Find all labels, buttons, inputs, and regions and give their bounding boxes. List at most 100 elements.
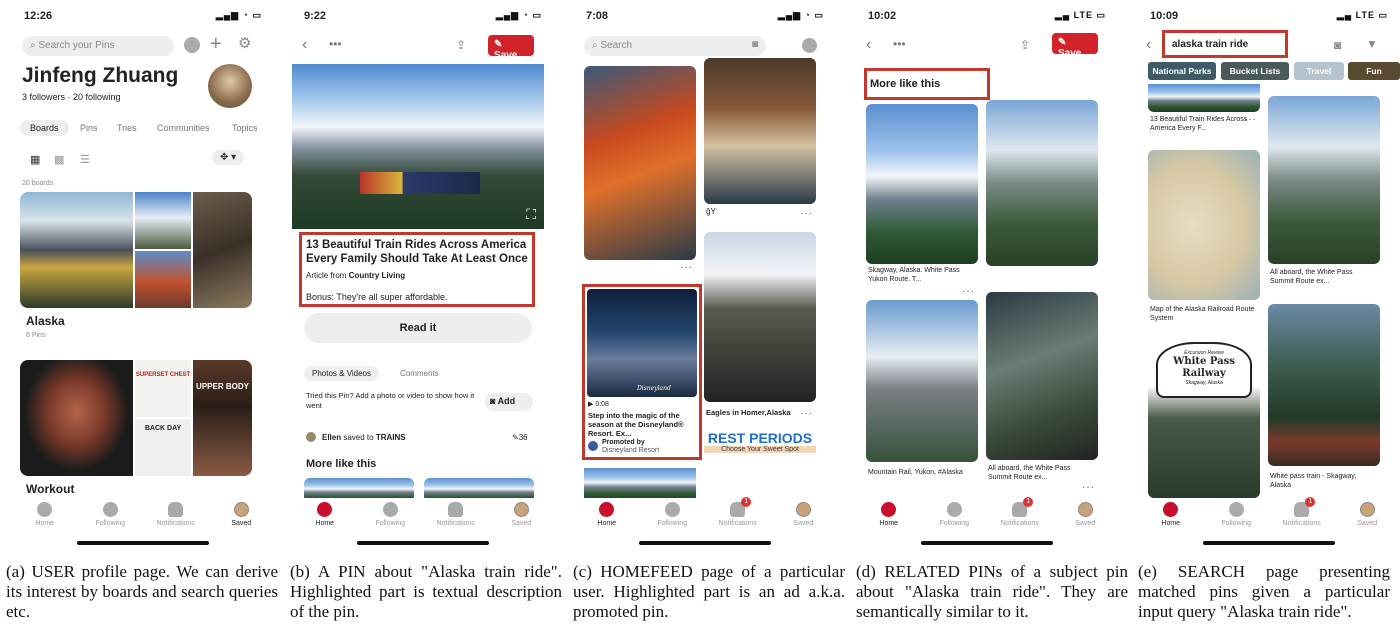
read-it-label: Read it xyxy=(399,322,437,334)
pin-icon: ✎ xyxy=(494,39,503,50)
tab-communities[interactable]: Communities xyxy=(157,123,210,133)
search-result-caption: Map of the Alaska Railroad Route System xyxy=(1150,306,1255,322)
search-result-caption: White pass train - Skagway, Alaska xyxy=(1270,473,1357,489)
plus-icon[interactable]: + xyxy=(210,33,222,56)
bell-icon xyxy=(448,502,464,517)
read-it-button[interactable]: Read it xyxy=(304,313,532,343)
tab-boards[interactable]: Boards xyxy=(20,120,69,136)
caption-e: (e) SEARCH page presenting matched pins … xyxy=(1138,562,1390,621)
saver-avatar[interactable] xyxy=(306,432,316,442)
signal-icon: ▂▄ LTE ▭ xyxy=(1336,10,1388,20)
more-icon[interactable]: ··· xyxy=(1244,114,1257,125)
share-icon[interactable]: ⇪ xyxy=(456,38,466,52)
search-result-image[interactable] xyxy=(1268,304,1380,466)
search-result-image[interactable] xyxy=(1148,150,1260,300)
tabbar-saved[interactable]: Saved xyxy=(774,498,832,550)
message-icon[interactable] xyxy=(802,38,817,53)
tab-comments[interactable]: Comments xyxy=(400,369,439,378)
status-time: 12:26 xyxy=(24,10,53,22)
add-photo-button[interactable]: ◙ Add xyxy=(485,393,533,411)
ad-duration: ▶ 0:08 xyxy=(588,400,609,408)
back-icon[interactable]: ‹ xyxy=(1146,36,1151,54)
train-graphic xyxy=(360,172,480,194)
message-icon[interactable] xyxy=(184,37,200,53)
search-result-image[interactable]: Excursion Review White Pass Railway Skag… xyxy=(1148,338,1260,498)
network-type: LTE xyxy=(1073,10,1093,20)
tab-topics[interactable]: Topics xyxy=(232,123,258,133)
follow-counts[interactable]: 3 followers · 20 following xyxy=(22,92,121,102)
board-alaska[interactable] xyxy=(20,192,252,308)
search-input[interactable]: alaska train ride xyxy=(1172,39,1248,50)
search-input[interactable]: ⌕ Search your Pins xyxy=(22,36,174,56)
share-icon[interactable]: ⇪ xyxy=(1020,38,1030,52)
advertiser-name[interactable]: Disneyland Resort xyxy=(602,447,659,454)
tabbar-saved[interactable]: Saved xyxy=(1338,498,1396,550)
tabbar-home[interactable]: Home xyxy=(1142,498,1200,550)
more-icon[interactable]: ··· xyxy=(800,408,813,419)
profile-screen: 12:26 ▂▄▆ ◔ ▭ ⌕ Search your Pins + ⚙ Jinf… xyxy=(12,0,274,550)
related-pin-image[interactable] xyxy=(986,292,1098,460)
chip-fun[interactable]: Fun xyxy=(1348,62,1400,80)
filter-icon[interactable]: ▼ xyxy=(1366,37,1378,51)
pin-image[interactable]: ⛶ xyxy=(292,64,544,229)
bell-icon xyxy=(168,502,184,517)
tab-tries[interactable]: Tries xyxy=(117,123,137,133)
feed-pin-image[interactable] xyxy=(584,66,696,260)
tabbar-label: Following xyxy=(1221,520,1252,527)
tabbar-home[interactable]: Home xyxy=(860,498,918,550)
feed-pin-image[interactable] xyxy=(584,468,696,500)
feed-pin-image[interactable] xyxy=(704,232,816,402)
saved-by[interactable]: Ellen saved to TRAINS xyxy=(322,433,406,442)
status-bar: 12:26 ▂▄▆ ◔ ▭ xyxy=(24,10,262,24)
more-icon[interactable]: ••• xyxy=(893,37,906,51)
tabbar-label: Saved xyxy=(1357,520,1378,527)
gear-icon[interactable]: ⚙ xyxy=(238,34,251,52)
save-button[interactable]: ✎ Save xyxy=(488,35,534,61)
people-icon xyxy=(1228,502,1244,517)
related-screen: 10:02 ▂▄ LTE ▭ ‹ ••• ⇪ ✎ Save More like t… xyxy=(856,0,1118,550)
tabbar-saved[interactable]: Saved xyxy=(492,498,550,550)
expand-icon[interactable]: ⛶ xyxy=(526,206,536,223)
more-icon[interactable]: ··· xyxy=(680,262,693,273)
board-workout[interactable]: SUPERSET CHEST BACK DAY UPPER BODY xyxy=(20,360,252,476)
save-button[interactable]: ✎ Save xyxy=(1052,33,1098,59)
tabbar-saved[interactable]: Saved xyxy=(212,498,270,550)
more-icon[interactable]: ··· xyxy=(1082,482,1095,493)
tabbar-home[interactable]: Home xyxy=(16,498,74,550)
list-view-icon[interactable]: ☰ xyxy=(80,153,90,166)
chip-national-parks[interactable]: National Parks xyxy=(1148,62,1216,80)
back-icon[interactable]: ‹ xyxy=(866,36,871,54)
upper-body-text: UPPER BODY xyxy=(196,382,249,391)
more-icon[interactable]: ••• xyxy=(329,37,342,51)
camera-icon[interactable]: ◙ xyxy=(752,39,758,50)
search-result-image[interactable] xyxy=(1268,96,1380,264)
tabbar-home[interactable]: Home xyxy=(296,498,354,550)
advertiser-avatar[interactable] xyxy=(588,441,598,451)
avatar[interactable] xyxy=(208,64,252,108)
more-icon[interactable]: ··· xyxy=(800,208,813,219)
article-source[interactable]: Article from Country Living xyxy=(306,271,405,280)
sort-button[interactable]: ✥ ▾ xyxy=(212,150,245,165)
search-input[interactable]: ⌕ Search ◙ xyxy=(584,36,766,56)
notification-badge: 1 xyxy=(1023,497,1034,507)
related-pin-image[interactable] xyxy=(866,300,978,462)
tab-pins[interactable]: Pins xyxy=(80,123,98,133)
chip-bucket-lists[interactable]: Bucket Lists xyxy=(1221,62,1289,80)
tabbar-home[interactable]: Home xyxy=(578,498,636,550)
pinterest-icon xyxy=(37,502,53,517)
chip-travel[interactable]: Travel xyxy=(1294,62,1344,80)
search-result-image[interactable] xyxy=(1148,84,1260,112)
signal-icon: ▂▄ LTE ▭ xyxy=(1054,10,1106,20)
feed-pin-image[interactable] xyxy=(704,58,816,204)
related-pin-image[interactable] xyxy=(986,100,1098,266)
ad-video-image[interactable]: Disneyland xyxy=(587,289,697,397)
back-icon[interactable]: ‹ xyxy=(302,36,307,54)
feed-pin-image[interactable]: REST PERIODS Choose Your Sweet Spot xyxy=(704,430,816,500)
compact-view-icon[interactable]: ▩ xyxy=(54,153,64,166)
more-icon[interactable]: ··· xyxy=(962,286,975,297)
related-pin-image[interactable] xyxy=(866,104,978,264)
grid-view-icon[interactable]: ▦ xyxy=(30,153,40,166)
tabbar-saved[interactable]: Saved xyxy=(1056,498,1114,550)
camera-icon[interactable]: ◙ xyxy=(1334,38,1341,52)
tab-photos-videos[interactable]: Photos & Videos xyxy=(304,366,380,381)
